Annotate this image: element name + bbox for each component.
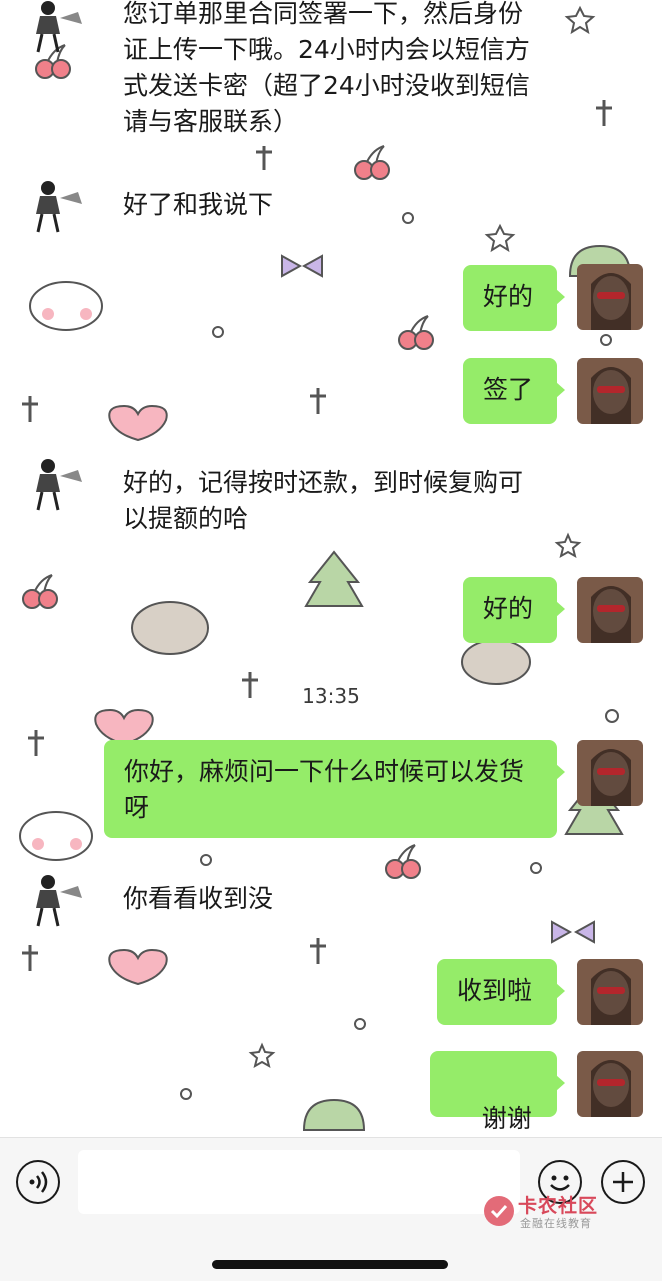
message-sent[interactable]: 好的 (463, 265, 565, 331)
watermark-subtitle: 金融在线教育 (520, 1217, 592, 1230)
user-avatar-icon (577, 358, 643, 424)
message-sent[interactable]: 谢谢 (430, 1051, 565, 1169)
input-bar: 卡农社区 金融在线教育 (0, 1137, 662, 1281)
contact-avatar-icon (36, 875, 82, 927)
message-sent[interactable]: 收到啦 (437, 959, 565, 1025)
contact-avatar-icon (36, 459, 82, 511)
user-avatar[interactable] (577, 358, 643, 424)
message-text: 谢谢 (481, 1104, 532, 1133)
chat-timestamp: 13:35 (302, 684, 360, 708)
message-sent[interactable]: 好的 (463, 577, 565, 643)
user-avatar-icon (577, 577, 643, 643)
user-avatar[interactable] (577, 959, 643, 1025)
voice-icon (29, 1171, 48, 1193)
message-sent[interactable]: 你好，麻烦问一下什么时候可以发货呀 (104, 740, 565, 838)
message-received[interactable]: 您订单那里合同签署一下，然后身份证上传一下哦。24小时内会以短信方式发送卡密（超… (123, 0, 543, 140)
message-received[interactable]: 好的，记得按时还款，到时候复购可以提额的哈 (123, 465, 543, 537)
user-avatar[interactable] (577, 264, 643, 330)
message-received[interactable]: 你看看收到没 (123, 881, 273, 917)
contact-avatar[interactable] (30, 176, 86, 236)
watermark-title: 卡农社区 (518, 1195, 599, 1217)
watermark: 卡农社区 金融在线教育 (480, 1191, 610, 1231)
user-avatar[interactable] (577, 577, 643, 643)
watermark-logo-icon (484, 1196, 514, 1226)
user-avatar-icon (577, 959, 643, 1025)
voice-button[interactable] (16, 1160, 60, 1204)
user-avatar-icon (577, 740, 643, 806)
user-avatar[interactable] (577, 1051, 643, 1117)
contact-avatar[interactable] (30, 0, 86, 56)
contact-avatar-icon (36, 1, 82, 53)
chat-area[interactable]: 您订单那里合同签署一下，然后身份证上传一下哦。24小时内会以短信方式发送卡密（超… (0, 0, 662, 1169)
contact-avatar[interactable] (30, 870, 86, 930)
user-avatar-icon (577, 1051, 643, 1117)
home-indicator[interactable] (212, 1260, 448, 1269)
user-avatar-icon (577, 264, 643, 330)
message-input[interactable] (78, 1150, 520, 1214)
contact-avatar-icon (36, 181, 82, 233)
contact-avatar[interactable] (30, 454, 86, 514)
user-avatar[interactable] (577, 740, 643, 806)
message-sent[interactable]: 签了 (463, 358, 565, 424)
message-received[interactable]: 好了和我说下 (123, 187, 273, 223)
